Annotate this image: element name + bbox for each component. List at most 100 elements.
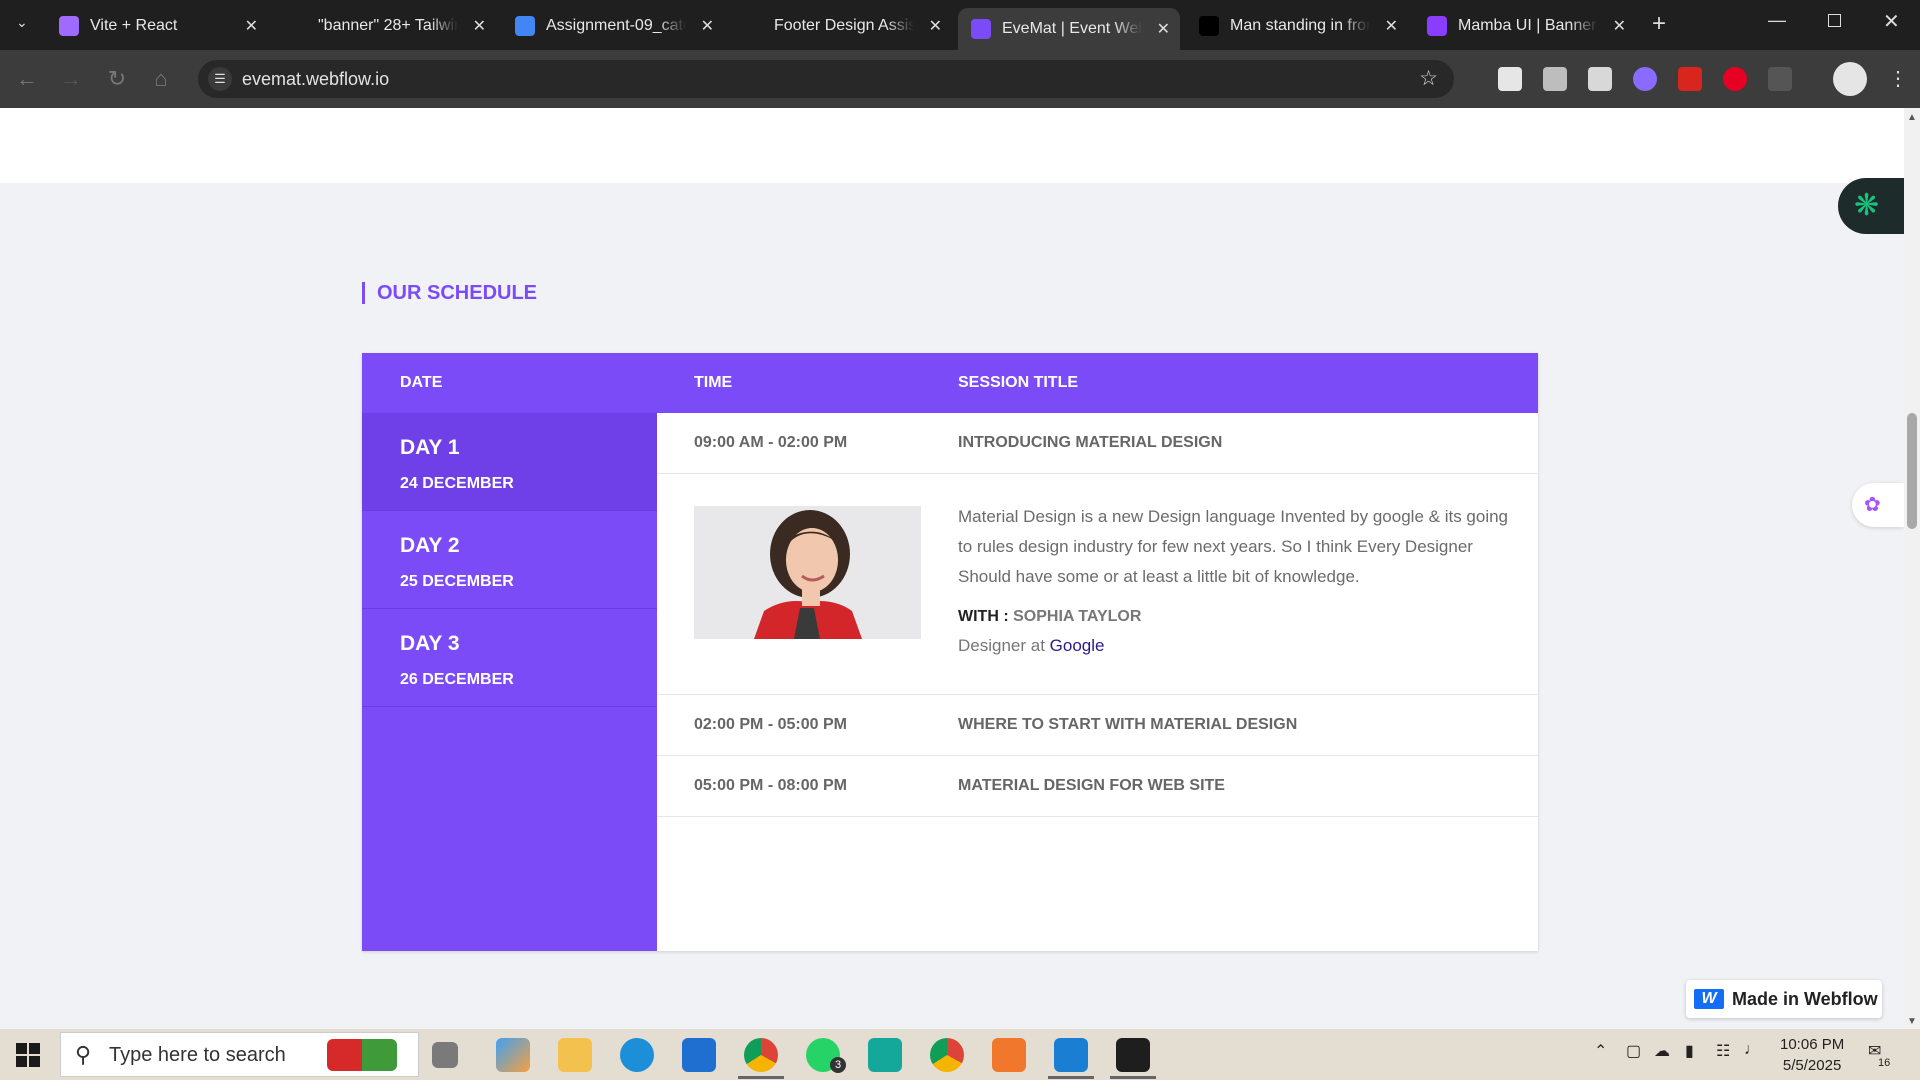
role-prefix: Designer at	[958, 636, 1045, 655]
new-tab-button[interactable]: +	[1652, 10, 1666, 38]
clock-date: 5/5/2025	[1782, 1057, 1842, 1074]
day-tab-1[interactable]: DAY 1 24 DECEMBER	[362, 413, 657, 511]
session-row-1[interactable]: 09:00 AM - 02:00 PM INTRODUCING MATERIAL…	[657, 413, 1538, 474]
header-time: TIME	[694, 374, 733, 391]
browser-tab[interactable]: Man standing in front ✕	[1186, 8, 1408, 44]
taskbar-clock[interactable]: 10:06 PM 5/5/2025	[1780, 1034, 1844, 1076]
evemat-icon	[971, 19, 991, 39]
tab-close-icon[interactable]: ✕	[1385, 16, 1398, 36]
file-explorer-icon[interactable]	[558, 1038, 592, 1072]
tab-close-icon[interactable]: ✕	[473, 16, 486, 36]
tray-cloud-icon[interactable]: ☁	[1654, 1041, 1670, 1061]
tab-close-icon[interactable]: ✕	[1157, 19, 1170, 39]
browser-tab[interactable]: Footer Design Assistant ✕	[730, 8, 952, 44]
tab-title: Mamba UI | Banner c	[1458, 17, 1598, 34]
tray-chevron-icon[interactable]: ⌃	[1594, 1041, 1607, 1061]
scroll-up-icon[interactable]: ▲	[1907, 112, 1917, 123]
menu-kebab-icon[interactable]: ⋮	[1888, 66, 1908, 91]
tab-close-icon[interactable]: ✕	[245, 16, 258, 36]
wifi-icon[interactable]: ☷	[1716, 1041, 1730, 1061]
tab-title: Vite + React	[90, 17, 178, 34]
brain-extension-icon[interactable]: ✿	[1852, 483, 1904, 527]
made-in-webflow-badge[interactable]: W Made in Webflow	[1686, 980, 1882, 1018]
translate-extension-icon[interactable]	[1588, 67, 1612, 91]
browser-tab[interactable]: EveMat | Event Webflow ✕	[958, 8, 1180, 50]
battery-icon[interactable]: ▮	[1685, 1041, 1694, 1061]
taskbar-search-box[interactable]: ⚲ Type here to search	[60, 1032, 419, 1077]
restore-button[interactable]	[1828, 14, 1841, 27]
tab-search-chevron-icon[interactable]: ⌄	[16, 14, 28, 31]
pinterest-extension-icon[interactable]	[1723, 67, 1747, 91]
session-time: 02:00 PM - 05:00 PM	[694, 716, 847, 733]
day-name: DAY 2	[400, 534, 460, 557]
back-icon[interactable]: ←	[14, 66, 40, 92]
vscode-active-indicator	[1048, 1076, 1094, 1079]
edge-icon[interactable]	[620, 1038, 654, 1072]
section-label: OUR SCHEDULE	[362, 282, 537, 304]
site-info-icon[interactable]: ☰	[208, 67, 232, 91]
terminal-icon[interactable]	[1116, 1038, 1150, 1072]
reload-icon[interactable]: ↻	[104, 66, 130, 92]
notification-badge: 16	[1878, 1057, 1891, 1069]
bookmark-star-icon[interactable]: ☆	[1419, 66, 1438, 91]
chrome-profile-icon[interactable]	[930, 1038, 964, 1072]
session-title: MATERIAL DESIGN FOR WEB SITE	[958, 777, 1225, 794]
microsoft-store-icon[interactable]	[682, 1038, 716, 1072]
tab-close-icon[interactable]: ✕	[929, 16, 942, 36]
company-link[interactable]: Google	[1050, 636, 1105, 655]
vscode-icon[interactable]	[1054, 1038, 1088, 1072]
extensions-icon[interactable]	[1768, 67, 1792, 91]
day-date: 26 DECEMBER	[400, 671, 514, 688]
volume-icon[interactable]: ♩	[1744, 1041, 1760, 1059]
session-row-2[interactable]: 02:00 PM - 05:00 PM WHERE TO START WITH …	[657, 695, 1538, 756]
search-placeholder: Type here to search	[109, 1044, 286, 1066]
day-tabs: DAY 1 24 DECEMBER DAY 2 25 DECEMBER DAY …	[362, 413, 657, 951]
address-bar[interactable]: ☰ evemat.webflow.io ☆	[198, 60, 1454, 98]
windows-taskbar: ⚲ Type here to search 3 ⌃ ▢ ☁ ▮ ☷ ♩ 10:0…	[0, 1029, 1920, 1080]
day-date: 24 DECEMBER	[400, 475, 514, 492]
tab-close-icon[interactable]: ✕	[1613, 16, 1626, 36]
day-tab-2[interactable]: DAY 2 25 DECEMBER	[362, 511, 657, 609]
chatgpt-sidebar-icon[interactable]: ❋	[1838, 178, 1908, 234]
chrome-active-indicator	[738, 1076, 784, 1079]
tab-title: "banner" 28+ Tailwind	[318, 17, 458, 34]
profile-avatar[interactable]	[1833, 62, 1867, 96]
session-title: INTRODUCING MATERIAL DESIGN	[958, 434, 1223, 451]
tray-camera-icon[interactable]: ▢	[1626, 1041, 1641, 1061]
pdf-extension-icon[interactable]	[1678, 67, 1702, 91]
minimize-button[interactable]: —	[1768, 10, 1786, 31]
reading-list-icon[interactable]	[1498, 67, 1522, 91]
page-scrollbar[interactable]: ▲ ▼	[1904, 108, 1920, 1029]
chrome-icon[interactable]	[744, 1038, 778, 1072]
session-row-3[interactable]: 05:00 PM - 08:00 PM MATERIAL DESIGN FOR …	[657, 756, 1538, 817]
day-tab-3[interactable]: DAY 3 26 DECEMBER	[362, 609, 657, 707]
session-detail: Material Design is a new Design language…	[657, 474, 1538, 695]
tab-close-icon[interactable]: ✕	[701, 16, 714, 36]
badge-label: Made in Webflow	[1732, 988, 1878, 1009]
windows-start-icon[interactable]	[16, 1043, 40, 1067]
search-highlight-icon	[327, 1039, 397, 1071]
scroll-thumb[interactable]	[1907, 413, 1917, 529]
video-extension-icon[interactable]	[1633, 67, 1657, 91]
browser-tab[interactable]: Vite + React ✕	[46, 8, 268, 44]
home-icon[interactable]: ⌂	[148, 66, 174, 92]
day-name: DAY 1	[400, 436, 460, 459]
extension-puzzle-1-icon[interactable]	[1543, 67, 1567, 91]
clock-time: 10:06 PM	[1780, 1036, 1845, 1053]
pycharm-like-icon[interactable]	[868, 1038, 902, 1072]
forward-icon[interactable]: →	[58, 66, 84, 92]
scroll-down-icon[interactable]: ▼	[1907, 1016, 1917, 1027]
xampp-icon[interactable]	[992, 1038, 1026, 1072]
whatsapp-badge: 3	[830, 1057, 846, 1073]
copilot-icon[interactable]	[496, 1038, 530, 1072]
browser-tab[interactable]: Mamba UI | Banner c ✕	[1414, 8, 1636, 44]
docs-icon	[515, 16, 535, 36]
close-window-button[interactable]: ✕	[1883, 9, 1900, 34]
session-time: 05:00 PM - 08:00 PM	[694, 777, 847, 794]
speaker-role: Designer at Google	[958, 636, 1105, 656]
webpage-viewport: OUR SCHEDULE DATE TIME SESSION TITLE DAY…	[0, 108, 1904, 1029]
browser-tab[interactable]: Assignment-09_category ✕	[502, 8, 724, 44]
mamba-icon	[1427, 16, 1447, 36]
task-view-icon[interactable]	[432, 1042, 458, 1068]
browser-tab[interactable]: "banner" 28+ Tailwind ✕	[274, 8, 496, 44]
